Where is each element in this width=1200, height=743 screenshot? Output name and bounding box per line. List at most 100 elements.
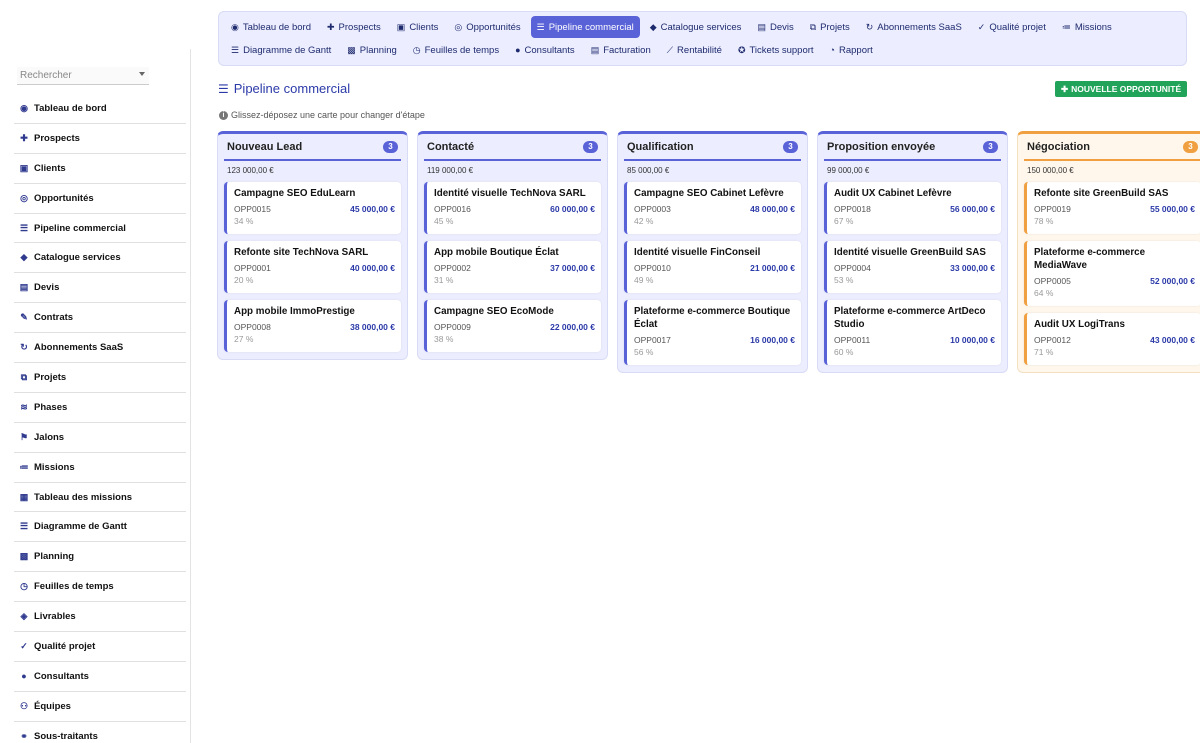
opportunity-card[interactable]: Campagne SEO EcoMode OPP0009 22 000,00 € 38… [424, 300, 601, 352]
opportunity-card[interactable]: Refonte site TechNova SARL OPP0001 40 000,… [224, 241, 401, 293]
card-probability: 49 % [634, 275, 654, 285]
opportunity-card[interactable]: Plateforme e-commerce ArtDeco Studio OPP0… [824, 300, 1001, 365]
flag-icon: ⚑ [19, 431, 29, 442]
card-title: Plateforme e-commerce MediaWave [1034, 247, 1146, 271]
nav-tab-prospects[interactable]: ✚ Prospects [321, 16, 387, 38]
column-total: 150 000,00 € [1027, 166, 1074, 175]
nav-tab-label: Tableau de bord [242, 21, 311, 33]
nav-tab-qualite-projet[interactable]: ✓ Qualité projet [972, 16, 1052, 38]
card-amount: 45 000,00 € [350, 204, 395, 214]
card-probability: 34 % [234, 216, 254, 226]
sidebar-item-label: Diagramme de Gantt [34, 521, 127, 533]
opportunity-card[interactable]: App mobile ImmoPrestige OPP0008 38 000,00 … [224, 300, 401, 352]
sidebar-item-equipes[interactable]: ⚇ Équipes [14, 692, 186, 722]
nav-tab-label: Qualité projet [989, 21, 1046, 33]
sidebar-item-qualite-projet[interactable]: ✓ Qualité projet [14, 632, 186, 662]
sidebar-item-pipeline-commercial[interactable]: ☰ Pipeline commercial [14, 214, 186, 244]
card-reference: OPP0001 [234, 263, 271, 273]
sidebar-item-tableau-de-bord[interactable]: ◉ Tableau de bord [14, 94, 186, 124]
sidebar-item-contrats[interactable]: ✎ Contrats [14, 303, 186, 334]
opportunity-card[interactable]: Audit UX LogiTrans OPP0012 43 000,00 € 71 % [1024, 313, 1200, 365]
sidebar-item-clients[interactable]: ▣ Clients [14, 154, 186, 184]
sidebar-item-missions[interactable]: ≔ Missions [14, 453, 186, 483]
sidebar-item-opportunites[interactable]: ◎ Opportunités [14, 184, 186, 214]
pipeline-column-proposition-envoyee: Proposition envoyée 3 99 000,00 € Audit UX … [817, 131, 1008, 373]
card-amount: 21 000,00 € [750, 263, 795, 273]
card-title: Refonte site GreenBuild SAS [1034, 188, 1169, 199]
column-total: 119 000,00 € [427, 166, 474, 175]
card-title: Campagne SEO Cabinet Lefèvre [634, 188, 784, 199]
opportunity-card[interactable]: Campagne SEO Cabinet Lefèvre OPP0003 48 00… [624, 182, 801, 234]
card-amount: 10 000,00 € [950, 335, 995, 345]
nav-tab-devis[interactable]: ▤ Devis [751, 16, 799, 38]
sidebar-item-tableau-des-missions[interactable]: ▦ Tableau des missions [14, 483, 186, 513]
column-count-badge: 3 [1183, 140, 1198, 153]
nav-tab-catalogue-services[interactable]: ◆ Catalogue services [644, 16, 748, 38]
opportunity-card[interactable]: Plateforme e-commerce MediaWave OPP0005 52… [1024, 241, 1200, 306]
nav-tab-label: Diagramme de Gantt [243, 44, 332, 56]
sidebar-item-projets[interactable]: ⧉ Projets [14, 363, 186, 393]
nav-tab-planning[interactable]: ▩ Planning [341, 39, 403, 61]
nav-tab-label: Rapport [838, 44, 873, 56]
sidebar-item-planning[interactable]: ▩ Planning [14, 542, 186, 573]
opportunity-card[interactable]: Plateforme e-commerce Boutique Éclat OPP0… [624, 300, 801, 365]
sidebar-item-jalons[interactable]: ⚑ Jalons [14, 423, 186, 453]
opportunity-card[interactable]: Identité visuelle FinConseil OPP0010 21 00… [624, 241, 801, 293]
sidebar-item-abonnements-saas[interactable]: ↻ Abonnements SaaS [14, 333, 186, 364]
opportunity-card[interactable]: Audit UX Cabinet Lefèvre OPP0018 56 000,00… [824, 182, 1001, 234]
opportunity-card[interactable]: Campagne SEO EduLearn OPP0015 45 000,00 € 3… [224, 182, 401, 234]
nav-tab-facturation[interactable]: ▤ Facturation [585, 39, 657, 61]
user-plus-icon: ✚ [20, 132, 28, 143]
opportunity-card[interactable]: App mobile Boutique Éclat OPP0002 37 000,0… [424, 241, 601, 293]
nav-tab-rapport[interactable]: ◔ Rapport [824, 39, 879, 61]
sidebar-item-prospects[interactable]: ✚ Prospects [14, 124, 186, 154]
sidebar-item-catalogue-services[interactable]: ◆ Catalogue services [14, 243, 186, 274]
nav-tab-consultants[interactable]: ● Consultants [509, 39, 581, 61]
nav-tab-tickets-support[interactable]: ✪ Tickets support [732, 39, 820, 61]
target-icon: ◎ [454, 21, 463, 32]
nav-tab-pipeline-commercial[interactable]: ☰ Pipeline commercial [530, 16, 640, 38]
card-meta-row: OPP0018 56 000,00 € [834, 202, 995, 216]
sidebar-item-label: Contrats [34, 312, 74, 324]
nav-tab-missions[interactable]: ≔ Missions [1056, 16, 1118, 38]
nav-tab-diagramme-de-gantt[interactable]: ☰ Diagramme de Gantt [225, 39, 337, 61]
nav-tab-clients[interactable]: ▣ Clients [391, 16, 445, 38]
nav-tab-feuilles-de-temps[interactable]: ◷ Feuilles de temps [407, 39, 505, 61]
card-reference: OPP0005 [1034, 276, 1071, 286]
sidebar-item-devis[interactable]: ▤ Devis [14, 273, 186, 304]
handshake-icon: ⚭ [20, 730, 28, 741]
sidebar-item-label: Abonnements SaaS [34, 342, 124, 354]
nav-tab-rentabilite[interactable]: ⟋ Rentabilité [661, 39, 728, 61]
card-meta-row: OPP0019 55 000,00 € [1034, 202, 1195, 216]
nav-tab-projets[interactable]: ⧉ Projets [804, 16, 856, 38]
sidebar-item-label: Jalons [34, 431, 65, 443]
card-meta-row: OPP0003 48 000,00 € [634, 202, 795, 216]
sidebar-item-label: Livrables [34, 611, 76, 623]
bars-icon: ☰ [218, 81, 229, 96]
opportunity-card[interactable]: Refonte site GreenBuild SAS OPP0019 55 000… [1024, 182, 1200, 234]
column-count-badge: 3 [983, 140, 998, 153]
column-total: 99 000,00 € [827, 166, 870, 175]
nav-tab-opportunites[interactable]: ◎ Opportunités [448, 16, 526, 38]
card-probability: 20 % [234, 275, 254, 285]
plus-icon: ✚ [1061, 83, 1069, 94]
nav-tab-abonnements-saas[interactable]: ↻ Abonnements SaaS [860, 16, 968, 38]
nav-tab-label: Feuilles de temps [424, 44, 500, 56]
sidebar-item-label: Tableau de bord [34, 102, 107, 114]
sidebar-item-consultants[interactable]: ● Consultants [14, 662, 186, 692]
sidebar-item-label: Missions [34, 461, 75, 473]
new-opportunity-button[interactable]: ✚ NOUVELLE OPPORTUNITÉ [1055, 81, 1188, 97]
top-nav-row-2: ☰ Diagramme de Gantt ▩ Planning ◷ Feuilles de… [225, 39, 883, 61]
nav-tab-label: Catalogue services [660, 21, 742, 33]
sidebar-search-select[interactable]: Rechercher [17, 67, 149, 85]
sidebar-item-livrables[interactable]: ◈ Livrables [14, 602, 186, 633]
card-reference: OPP0018 [834, 204, 871, 214]
opportunity-card[interactable]: Identité visuelle GreenBuild SAS OPP0004 3… [824, 241, 1001, 293]
sidebar-item-diagramme-de-gantt[interactable]: ☰ Diagramme de Gantt [14, 512, 186, 543]
opportunity-card[interactable]: Identité visuelle TechNova SARL OPP0016 60… [424, 182, 601, 234]
clock-icon: ◷ [20, 581, 28, 592]
sidebar-item-phases[interactable]: ≋ Phases [14, 393, 186, 423]
sidebar-item-feuilles-de-temps[interactable]: ◷ Feuilles de temps [14, 572, 186, 603]
sidebar-item-sous-traitants[interactable]: ⚭ Sous-traitants [14, 722, 186, 743]
nav-tab-tableau-de-bord[interactable]: ◉ Tableau de bord [225, 16, 317, 38]
